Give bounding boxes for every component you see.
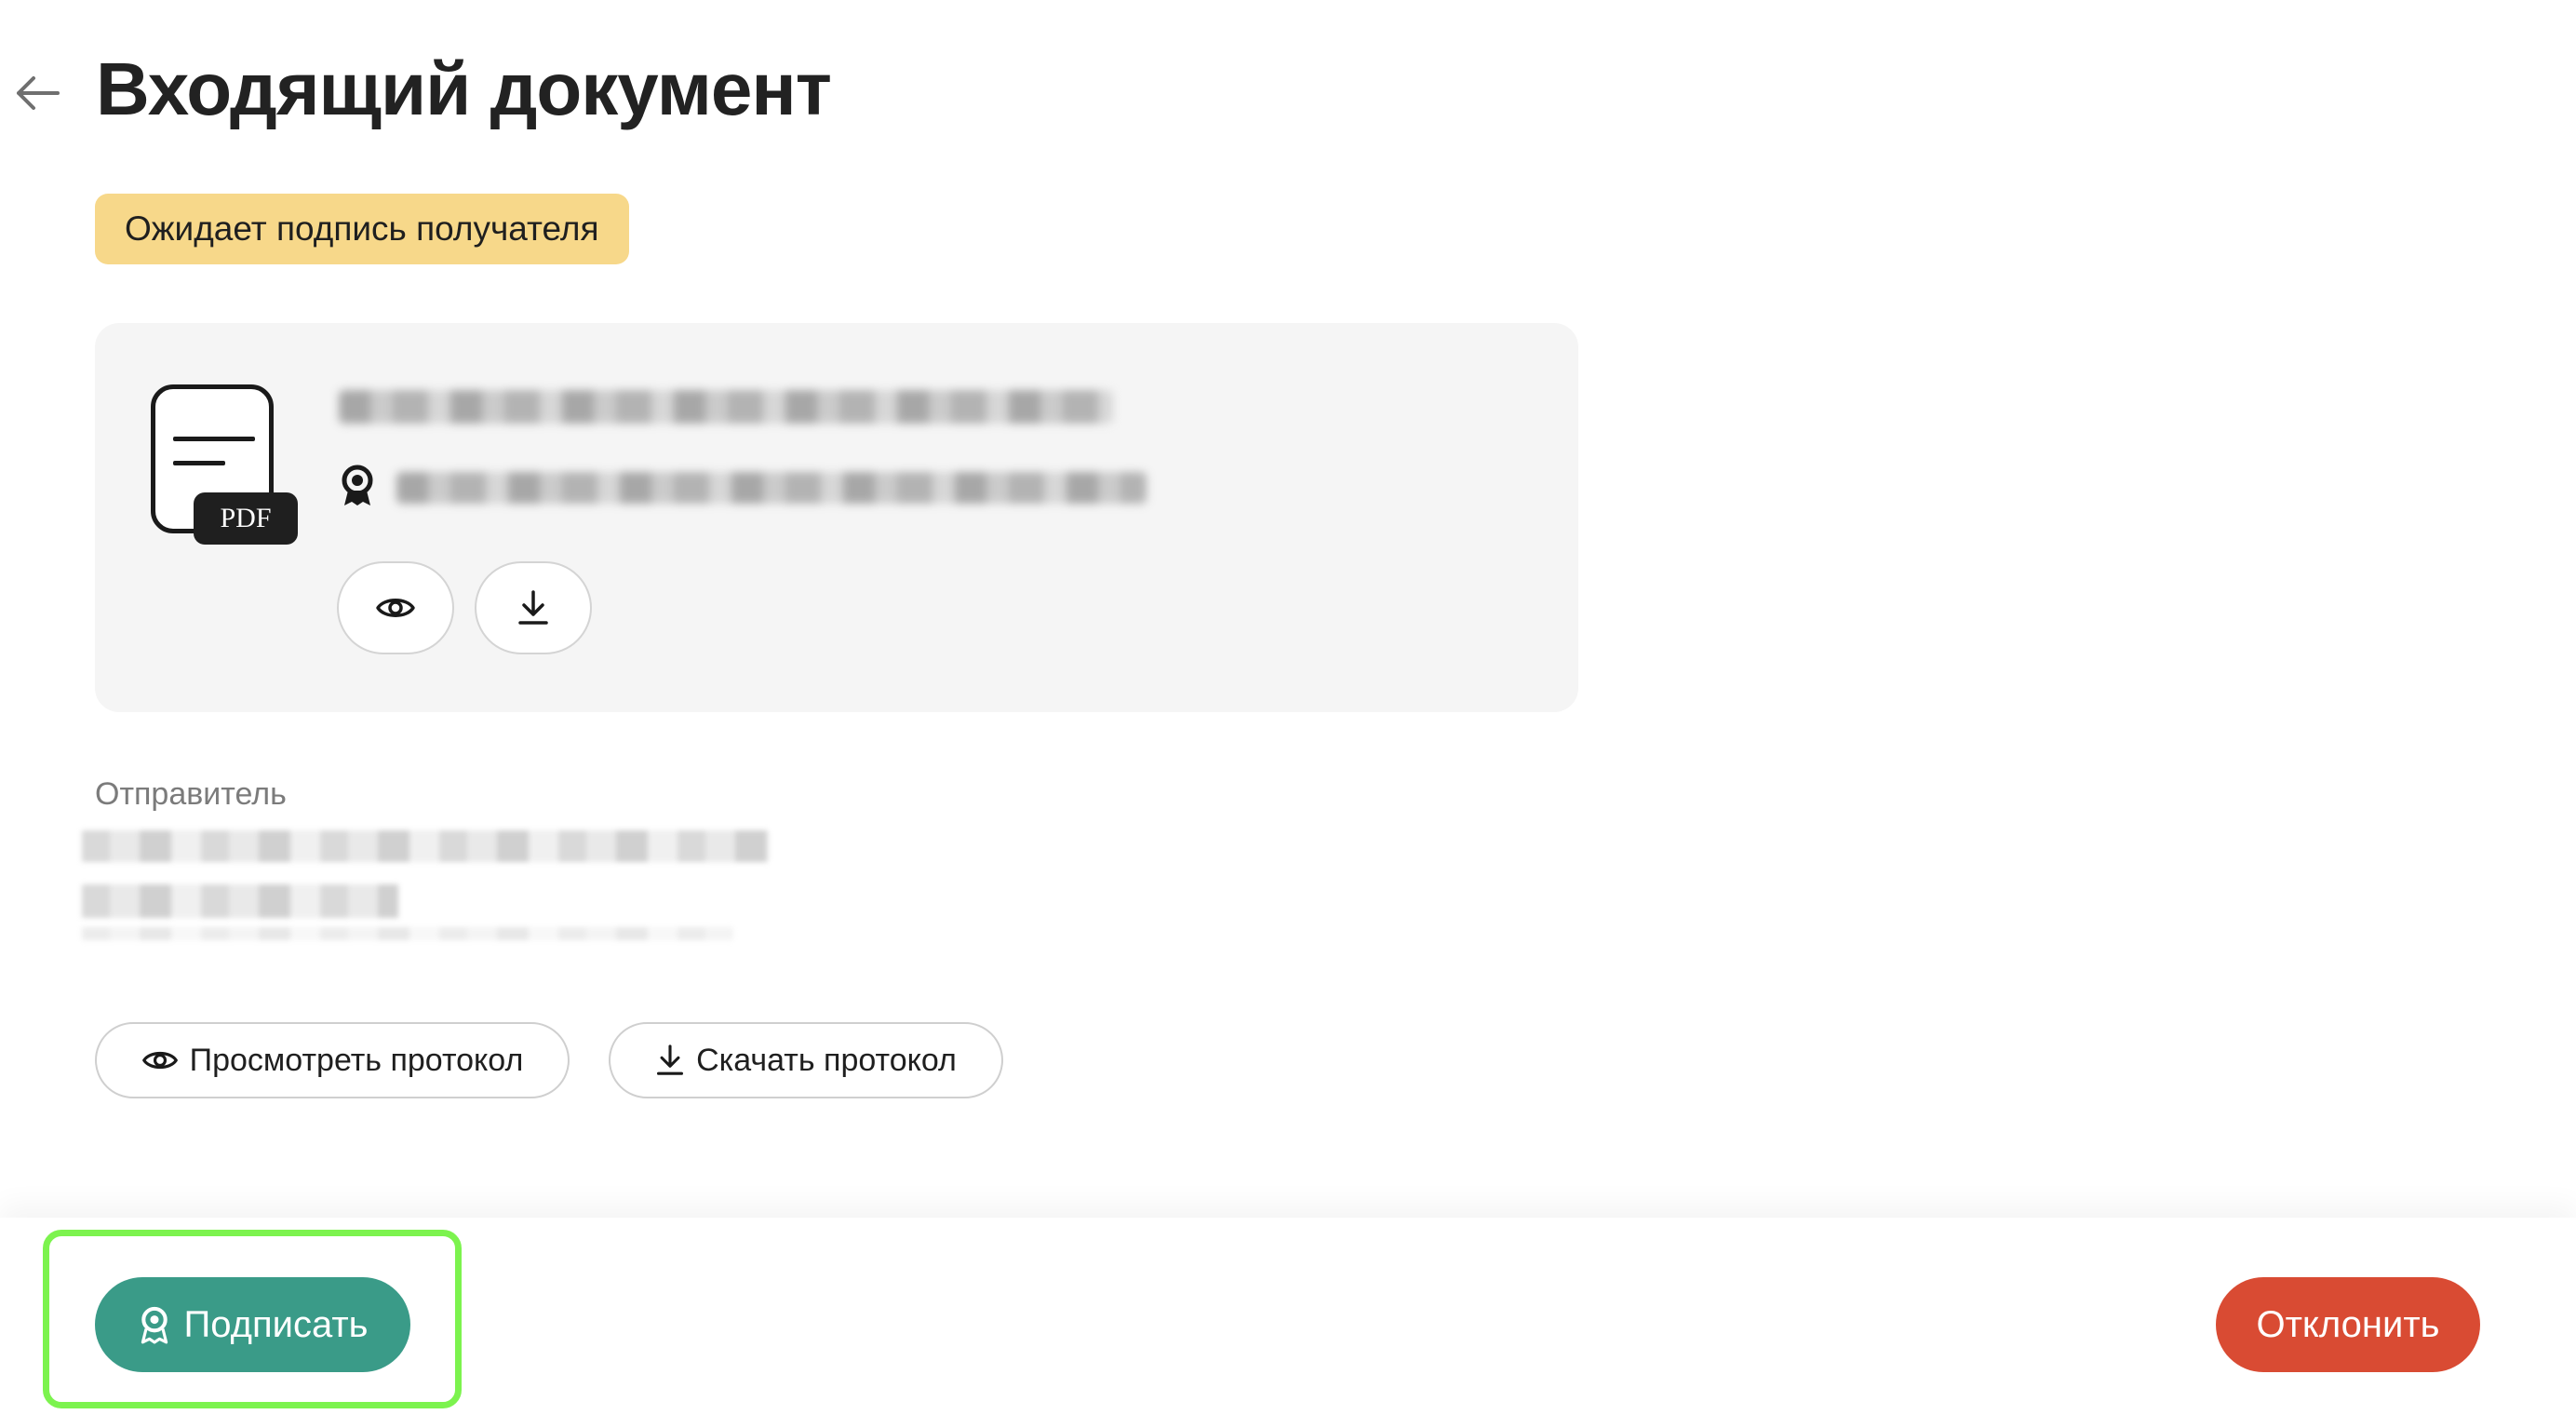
reject-button-label: Отклонить: [2256, 1303, 2440, 1345]
seal-icon: [342, 465, 373, 505]
eye-icon: [141, 1051, 178, 1070]
sign-button[interactable]: Подписать: [95, 1277, 410, 1372]
sender-name-redacted: [82, 830, 769, 862]
eye-icon: [376, 599, 415, 617]
incoming-document-page: Входящий документ Ожидает подпись получа…: [0, 0, 2576, 1428]
document-card: PDF: [95, 323, 1578, 712]
download-protocol-label: Скачать протокол: [696, 1042, 957, 1078]
view-protocol-label: Просмотреть протокол: [189, 1042, 524, 1078]
sender-label: Отправитель: [95, 776, 287, 812]
signer-name-redacted: [396, 472, 1147, 504]
status-badge-label: Ожидает подпись получателя: [125, 209, 599, 248]
arrow-left-icon: [17, 76, 60, 110]
file-type-badge: PDF: [194, 492, 298, 545]
download-document-button[interactable]: [475, 561, 592, 654]
sender-extra-redacted: [82, 927, 733, 940]
download-icon: [518, 590, 548, 625]
pdf-file-icon: PDF: [151, 384, 298, 552]
download-icon: [657, 1044, 684, 1075]
view-document-button[interactable]: [337, 561, 454, 654]
download-protocol-button[interactable]: Скачать протокол: [609, 1022, 1003, 1098]
file-line-1: [173, 437, 255, 441]
file-line-2: [173, 461, 225, 465]
view-protocol-button[interactable]: Просмотреть протокол: [95, 1022, 570, 1098]
seal-icon: [141, 1306, 168, 1344]
page-title: Входящий документ: [96, 47, 832, 130]
document-filename-redacted: [339, 390, 1113, 424]
reject-button[interactable]: Отклонить: [2216, 1277, 2480, 1372]
sign-button-label: Подписать: [183, 1303, 369, 1345]
back-button[interactable]: [9, 65, 65, 121]
sender-details-redacted: [82, 884, 398, 918]
status-badge: Ожидает подпись получателя: [95, 194, 629, 264]
